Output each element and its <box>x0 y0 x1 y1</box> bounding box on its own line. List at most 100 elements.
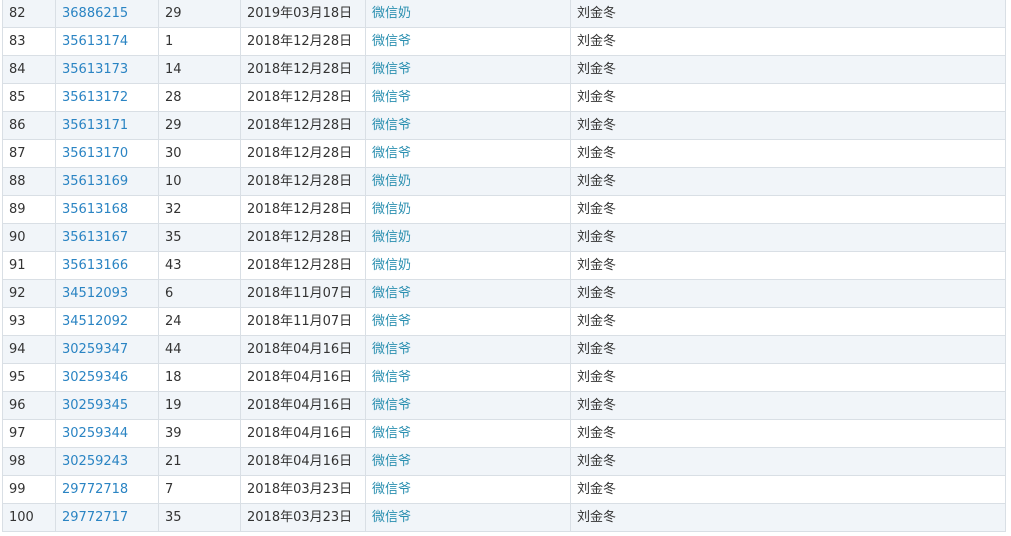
table-row: 88 35613169 10 2018年12月28日 微信奶 刘金冬 <box>2 167 1006 196</box>
category-link[interactable]: 微信爷 <box>372 398 411 413</box>
record-id-link[interactable]: 35613171 <box>62 118 128 133</box>
record-id-link[interactable]: 30259344 <box>62 426 128 441</box>
id-cell: 35613167 <box>55 223 159 252</box>
index-cell: 87 <box>2 139 56 168</box>
row-index-cell: 87 <box>9 146 26 161</box>
index-cell: 91 <box>2 251 56 280</box>
date-cell: 2019年03月18日 <box>247 6 353 21</box>
author-cell: 刘金冬 <box>577 230 617 245</box>
date-cell: 2018年04月16日 <box>240 391 366 420</box>
record-id-link[interactable]: 35613169 <box>62 174 128 189</box>
category-link[interactable]: 微信爷 <box>372 118 411 133</box>
author-cell: 刘金冬 <box>570 27 1006 56</box>
date-cell: 2018年03月23日 <box>240 475 366 504</box>
author-cell: 刘金冬 <box>577 510 617 525</box>
index-cell: 82 <box>2 0 56 28</box>
category-link[interactable]: 微信爷 <box>372 342 411 357</box>
author-cell: 刘金冬 <box>570 139 1006 168</box>
author-cell: 刘金冬 <box>577 286 617 301</box>
author-cell: 刘金冬 <box>577 258 617 273</box>
record-id-link[interactable]: 30259345 <box>62 398 128 413</box>
author-cell: 刘金冬 <box>570 335 1006 364</box>
row-index-cell: 88 <box>9 174 26 189</box>
date-cell: 2018年03月23日 <box>240 503 366 532</box>
record-id-link[interactable]: 35613172 <box>62 90 128 105</box>
author-cell: 刘金冬 <box>570 251 1006 280</box>
date-cell: 2018年12月28日 <box>247 34 353 49</box>
author-cell: 刘金冬 <box>570 475 1006 504</box>
index-cell: 84 <box>2 55 56 84</box>
category-link[interactable]: 微信奶 <box>372 174 411 189</box>
category-link[interactable]: 微信爷 <box>372 90 411 105</box>
category-link[interactable]: 微信奶 <box>372 230 411 245</box>
record-id-link[interactable]: 29772718 <box>62 482 128 497</box>
count-cell: 35 <box>165 510 182 525</box>
date-cell: 2018年12月28日 <box>247 174 353 189</box>
record-id-link[interactable]: 30259346 <box>62 370 128 385</box>
row-index-cell: 92 <box>9 286 26 301</box>
date-cell: 2018年04月16日 <box>247 398 353 413</box>
record-id-link[interactable]: 34512093 <box>62 286 128 301</box>
date-cell: 2018年04月16日 <box>240 363 366 392</box>
id-cell: 35613166 <box>55 251 159 280</box>
index-cell: 86 <box>2 111 56 140</box>
count-cell: 29 <box>158 111 241 140</box>
id-cell: 35613174 <box>55 27 159 56</box>
category-cell: 微信奶 <box>365 0 571 28</box>
record-id-link[interactable]: 35613168 <box>62 202 128 217</box>
category-link[interactable]: 微信爷 <box>372 370 411 385</box>
record-id-link[interactable]: 36886215 <box>62 6 128 21</box>
record-id-link[interactable]: 35613170 <box>62 146 128 161</box>
table-row: 82 36886215 29 2019年03月18日 微信奶 刘金冬 <box>2 0 1006 28</box>
author-cell: 刘金冬 <box>577 118 617 133</box>
count-cell: 19 <box>158 391 241 420</box>
category-link[interactable]: 微信奶 <box>372 6 411 21</box>
id-cell: 30259243 <box>55 447 159 476</box>
author-cell: 刘金冬 <box>577 454 617 469</box>
category-link[interactable]: 微信爷 <box>372 146 411 161</box>
record-id-link[interactable]: 29772717 <box>62 510 128 525</box>
category-link[interactable]: 微信奶 <box>372 202 411 217</box>
author-cell: 刘金冬 <box>577 482 617 497</box>
category-link[interactable]: 微信爷 <box>372 62 411 77</box>
record-id-link[interactable]: 35613173 <box>62 62 128 77</box>
count-cell: 30 <box>158 139 241 168</box>
category-link[interactable]: 微信爷 <box>372 314 411 329</box>
record-id-link[interactable]: 35613166 <box>62 258 128 273</box>
row-index-cell: 100 <box>9 510 34 525</box>
id-cell: 34512092 <box>55 307 159 336</box>
record-id-link[interactable]: 35613174 <box>62 34 128 49</box>
count-cell: 18 <box>165 370 182 385</box>
category-link[interactable]: 微信爷 <box>372 34 411 49</box>
category-link[interactable]: 微信奶 <box>372 258 411 273</box>
date-cell: 2018年12月28日 <box>240 223 366 252</box>
date-cell: 2018年12月28日 <box>247 146 353 161</box>
record-id-link[interactable]: 35613167 <box>62 230 128 245</box>
count-cell: 14 <box>158 55 241 84</box>
author-cell: 刘金冬 <box>570 419 1006 448</box>
table-row: 98 30259243 21 2018年04月16日 微信爷 刘金冬 <box>2 447 1006 476</box>
category-link[interactable]: 微信爷 <box>372 286 411 301</box>
date-cell: 2018年12月28日 <box>247 62 353 77</box>
category-link[interactable]: 微信爷 <box>372 510 411 525</box>
count-cell: 43 <box>165 258 182 273</box>
count-cell: 32 <box>158 195 241 224</box>
category-link[interactable]: 微信爷 <box>372 426 411 441</box>
date-cell: 2018年12月28日 <box>247 230 353 245</box>
count-cell: 30 <box>165 146 182 161</box>
record-id-link[interactable]: 34512092 <box>62 314 128 329</box>
row-index-cell: 99 <box>9 482 26 497</box>
author-cell: 刘金冬 <box>570 195 1006 224</box>
date-cell: 2018年04月16日 <box>240 447 366 476</box>
count-cell: 43 <box>158 251 241 280</box>
category-link[interactable]: 微信爷 <box>372 482 411 497</box>
index-cell: 100 <box>2 503 56 532</box>
author-cell: 刘金冬 <box>570 167 1006 196</box>
date-cell: 2018年12月28日 <box>240 195 366 224</box>
date-cell: 2018年03月23日 <box>247 510 353 525</box>
record-id-link[interactable]: 30259243 <box>62 454 128 469</box>
table-row: 90 35613167 35 2018年12月28日 微信奶 刘金冬 <box>2 223 1006 252</box>
date-cell: 2018年11月07日 <box>240 307 366 336</box>
record-id-link[interactable]: 30259347 <box>62 342 128 357</box>
category-link[interactable]: 微信爷 <box>372 454 411 469</box>
